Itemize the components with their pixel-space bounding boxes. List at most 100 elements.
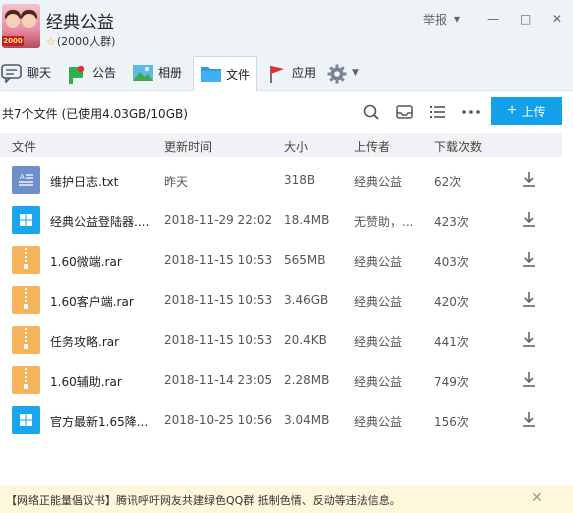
file-size: 3.46GB	[284, 293, 329, 307]
rar-file-icon	[12, 246, 40, 274]
album-icon	[132, 63, 154, 83]
download-icon[interactable]	[520, 330, 538, 348]
table-row[interactable]: 1.60辅助.rar 2018-11-14 23:05 2.28MB 经典公益 …	[0, 358, 562, 398]
report-link[interactable]: 举报	[423, 11, 447, 28]
notice-text[interactable]: 【网络正能量倡议书】腾讯呼吁网友共建绿色QQ群 抵制色情、反动等违法信息。	[6, 492, 401, 508]
exe-file-icon	[12, 206, 40, 234]
dropdown-icon[interactable]: ▾	[454, 12, 460, 26]
plus-icon: +	[507, 102, 517, 119]
folder-icon	[200, 64, 222, 84]
txt-file-icon: A	[12, 166, 40, 194]
file-name[interactable]: 1.60微端.rar	[50, 253, 122, 270]
upload-label: 上传	[521, 104, 546, 119]
column-header-uploader[interactable]: 上传者	[354, 138, 390, 155]
table-row[interactable]: 1.60微端.rar 2018-11-15 10:53 565MB 经典公益 4…	[0, 238, 562, 278]
tab-apps[interactable]: 应用	[266, 56, 316, 89]
minimize-icon[interactable]: —	[487, 12, 499, 26]
file-time: 2018-11-29 22:02	[164, 213, 273, 227]
column-header-downloads[interactable]: 下载次数	[434, 138, 482, 155]
avatar-face-left	[6, 14, 20, 28]
search-icon[interactable]	[362, 103, 382, 121]
download-count: 441次	[434, 335, 469, 349]
column-header-size[interactable]: 大小	[284, 138, 308, 155]
tab-album[interactable]: 相册	[132, 56, 182, 89]
tab-label: 应用	[292, 66, 317, 80]
notice-bar: 【网络正能量倡议书】腾讯呼吁网友共建绿色QQ群 抵制色情、反动等违法信息。 ✕	[0, 485, 573, 513]
table-row[interactable]: 经典公益登陆器.... 2018-11-29 22:02 18.4MB 无赞助，…	[0, 198, 562, 238]
file-name[interactable]: 任务攻略.rar	[50, 333, 119, 350]
chat-icon	[1, 63, 23, 84]
group-avatar[interactable]: 2000	[2, 4, 40, 48]
file-name[interactable]: 1.60客户端.rar	[50, 293, 134, 310]
download-icon[interactable]	[520, 290, 538, 308]
download-count: 420次	[434, 295, 469, 309]
chevron-down-icon: ▼	[352, 67, 359, 78]
file-time: 2018-11-14 23:05	[164, 373, 273, 387]
apps-flag-icon	[266, 63, 288, 83]
inbox-icon[interactable]	[395, 103, 415, 121]
file-size: 3.04MB	[284, 413, 330, 427]
rar-file-icon	[12, 286, 40, 314]
group-name[interactable]: 经典公益	[46, 8, 114, 33]
table-row[interactable]: 任务攻略.rar 2018-11-15 10:53 20.4KB 经典公益 44…	[0, 318, 562, 358]
file-name[interactable]: 经典公益登陆器....	[50, 213, 149, 230]
file-time: 昨天	[164, 175, 189, 189]
file-uploader: 经典公益	[354, 255, 403, 269]
tab-label: 相册	[158, 66, 183, 80]
more-icon[interactable]	[461, 103, 481, 121]
announcement-icon	[66, 63, 88, 84]
table-row[interactable]: 1.60客户端.rar 2018-11-15 10:53 3.46GB 经典公益…	[0, 278, 562, 318]
files-toolbar: 共7个文件 (已使用4.03GB/10GB) + 上传	[0, 91, 573, 133]
column-header-file[interactable]: 文件	[12, 138, 36, 155]
file-summary: 共7个文件 (已使用4.03GB/10GB)	[2, 107, 188, 121]
download-count: 749次	[434, 375, 469, 389]
table-header: 文件 更新时间 大小 上传者 下载次数	[0, 133, 562, 157]
download-icon[interactable]	[520, 250, 538, 268]
download-count: 423次	[434, 215, 469, 229]
member-count-text: (2000人群)	[56, 35, 116, 48]
avatar-badge: 2000	[2, 36, 24, 46]
tab-chat[interactable]: 聊天	[1, 56, 51, 89]
file-size: 318B	[284, 173, 316, 187]
file-uploader: 经典公益	[354, 415, 403, 429]
file-size: 18.4MB	[284, 213, 330, 227]
download-count: 403次	[434, 255, 469, 269]
file-uploader: 经典公益	[354, 295, 403, 309]
rar-file-icon	[12, 366, 40, 394]
file-uploader: 经典公益	[354, 335, 403, 349]
scrollbar[interactable]	[566, 133, 573, 483]
member-count: ☆(2000人群)	[46, 33, 115, 49]
star-icon: ☆	[46, 35, 56, 48]
settings-menu[interactable]: ▼	[326, 56, 359, 89]
download-icon[interactable]	[520, 410, 538, 428]
tab-label: 聊天	[27, 66, 52, 80]
file-time: 2018-10-25 10:56	[164, 413, 273, 427]
file-name[interactable]: 官方最新1.65降...	[50, 413, 148, 430]
download-icon[interactable]	[520, 210, 538, 228]
maximize-icon[interactable]: □	[520, 12, 531, 26]
close-icon[interactable]: ✕	[552, 12, 562, 26]
column-header-time[interactable]: 更新时间	[164, 138, 212, 155]
table-row[interactable]: A 维护日志.txt 昨天 318B 经典公益 62次	[0, 158, 562, 198]
close-icon[interactable]: ✕	[531, 490, 543, 506]
gear-icon	[326, 63, 348, 83]
tab-files[interactable]: 文件	[193, 56, 257, 91]
file-name[interactable]: 1.60辅助.rar	[50, 373, 122, 390]
file-size: 2.28MB	[284, 373, 330, 387]
exe-file-icon	[12, 406, 40, 434]
download-icon[interactable]	[520, 170, 538, 188]
download-icon[interactable]	[520, 370, 538, 388]
file-time: 2018-11-15 10:53	[164, 293, 273, 307]
file-uploader: 无赞助，...	[354, 215, 414, 229]
tab-label: 公告	[92, 66, 117, 80]
download-count: 156次	[434, 415, 469, 429]
file-time: 2018-11-15 10:53	[164, 253, 273, 267]
rar-file-icon	[12, 326, 40, 354]
table-row[interactable]: 官方最新1.65降... 2018-10-25 10:56 3.04MB 经典公…	[0, 398, 562, 438]
file-time: 2018-11-15 10:53	[164, 333, 273, 347]
tab-announcement[interactable]: 公告	[66, 56, 116, 89]
list-view-icon[interactable]	[428, 103, 448, 121]
svg-text:A: A	[20, 173, 25, 181]
file-name[interactable]: 维护日志.txt	[50, 173, 118, 190]
upload-button[interactable]: + 上传	[491, 97, 562, 125]
